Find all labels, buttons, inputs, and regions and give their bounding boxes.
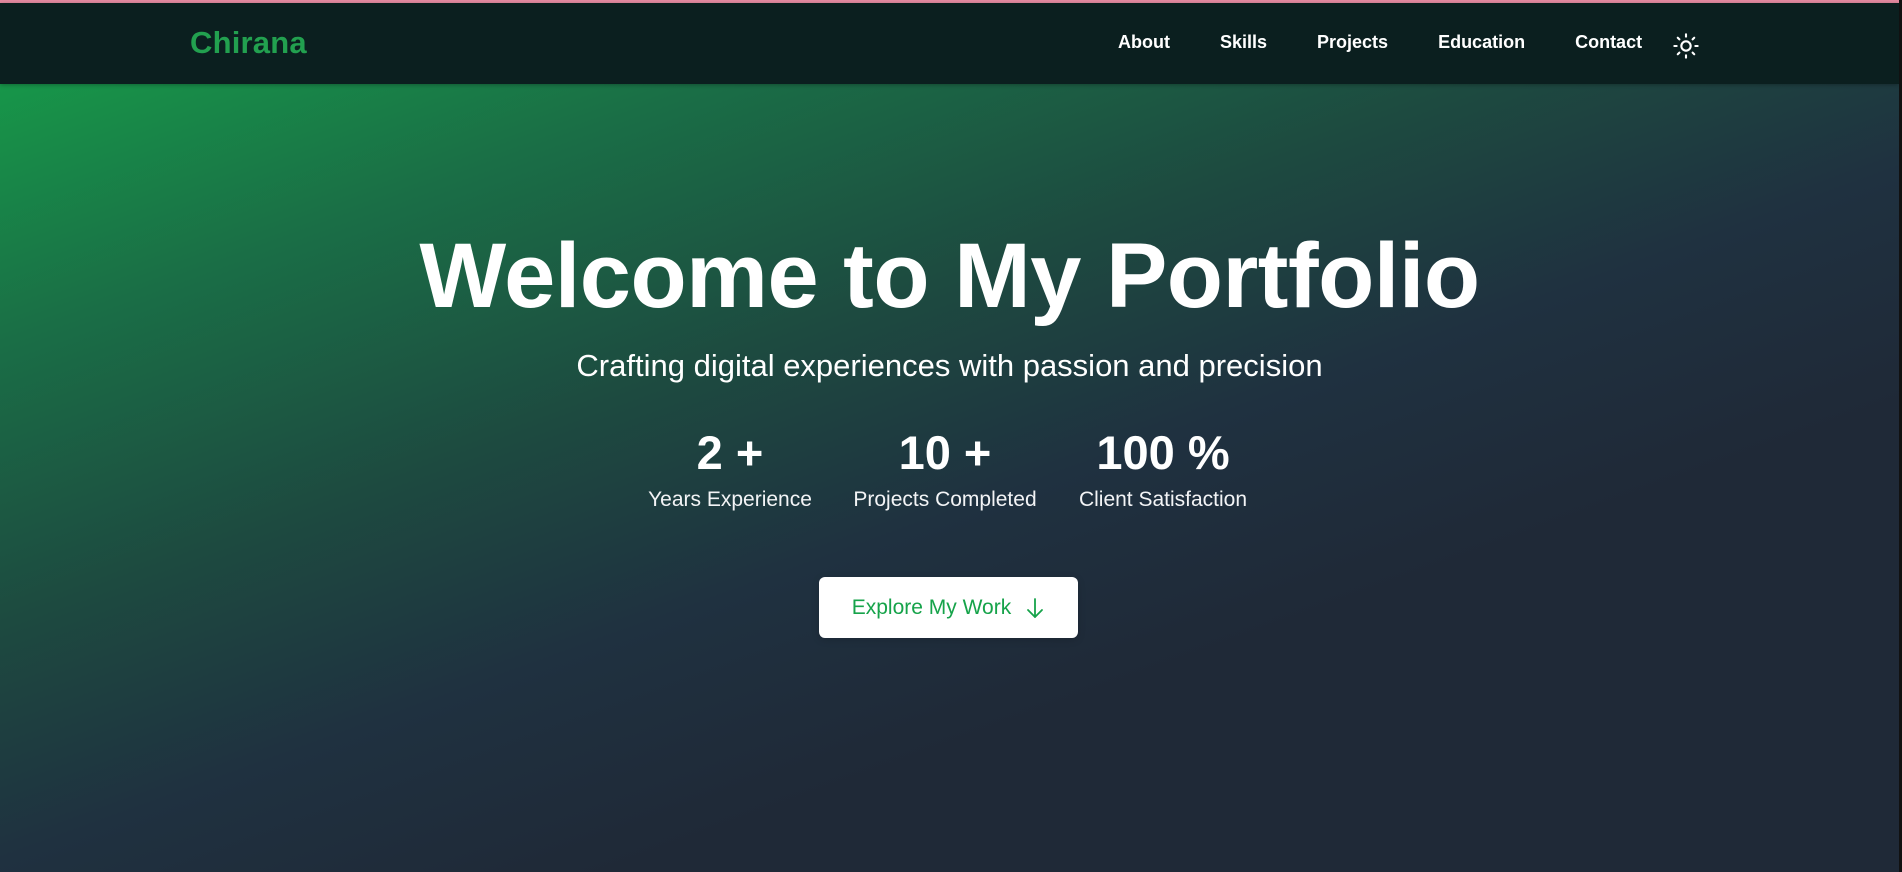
nav-link-education[interactable]: Education	[1438, 32, 1525, 53]
stat-projects-completed: 10 + Projects Completed	[852, 425, 1038, 512]
nav-link-projects[interactable]: Projects	[1317, 32, 1388, 53]
nav-link-about[interactable]: About	[1118, 32, 1170, 53]
stat-value: 100 %	[1096, 426, 1230, 479]
theme-toggle-button[interactable]	[1672, 32, 1700, 60]
explore-my-work-button[interactable]: Explore My Work	[819, 577, 1078, 638]
stat-label: Projects Completed	[853, 488, 1037, 511]
stat-label: Years Experience	[648, 488, 812, 511]
logo[interactable]: Chirana	[190, 25, 307, 61]
stat-label: Client Satisfaction	[1078, 488, 1248, 511]
nav-links: About Skills Projects Education Contact	[1118, 32, 1692, 53]
hero-subtitle: Crafting digital experiences with passio…	[576, 348, 1323, 383]
stat-years-experience: 2 + Years Experience	[648, 425, 812, 512]
cta-label: Explore My Work	[851, 595, 1012, 619]
navbar: Chirana About Skills Projects Education …	[0, 3, 1899, 84]
arrow-down-icon	[1027, 597, 1044, 618]
nav-link-contact[interactable]: Contact	[1575, 32, 1642, 53]
nav-link-skills[interactable]: Skills	[1220, 32, 1267, 53]
stat-value: 10 +	[898, 426, 992, 479]
hero-title: Welcome to My Portfolio	[419, 225, 1480, 327]
sun-icon	[1673, 33, 1699, 59]
stat-value: 2 +	[696, 426, 764, 479]
stat-client-satisfaction: 100 % Client Satisfaction	[1077, 425, 1249, 512]
